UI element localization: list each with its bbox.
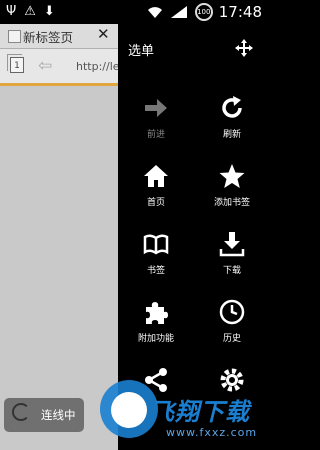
usb-icon: Ψ [6,4,17,19]
clock-time: 17:48 [218,3,262,21]
menu-title: 选单 [128,44,155,59]
connection-label: 连线中 [41,408,76,422]
puzzle-icon [146,302,168,324]
battery-icon: 100 [194,3,213,21]
usb-debug-icon: ⚠ [24,4,36,19]
watermark-url: www.fxxz.com [166,426,258,439]
loading-spinner-icon [12,403,30,421]
menu-item-add-bookmark[interactable]: 添加书签 [194,158,270,228]
signal-icon [170,6,187,18]
download-icon [219,232,245,257]
menu-item-history[interactable]: 历史 [194,294,270,364]
notification-icons: Ψ ⚠ ⬇ [6,4,55,19]
status-bar: Ψ ⚠ ⬇ 100 17:48 [0,0,270,24]
forward-arrow-icon [145,99,167,117]
menu-item-label: 前进 [146,130,165,140]
menu-item-bookmarks[interactable]: 书签 [118,226,194,296]
browser-toolbar: 1 ⇦ http://lex [0,49,120,83]
back-arrow-icon[interactable]: ⇦ [38,56,52,76]
menu-item-refresh[interactable]: 刷新 [194,90,270,160]
browser-window: 新标签页 ✕ 1 ⇦ http://lex [0,24,120,450]
menu-item-label: 书签 [146,266,165,276]
star-icon [219,164,245,188]
close-tab-icon[interactable]: ✕ [97,25,110,43]
book-icon [143,234,169,255]
tabs-counter-button[interactable]: 1 [7,54,24,73]
move-icon[interactable] [234,38,254,58]
menu-item-forward[interactable]: 前进 [118,90,194,160]
browser-tab[interactable]: 新标签页 ✕ [0,24,120,49]
system-icons: 100 17:48 [147,3,262,21]
menu-item-label: 下载 [222,266,241,276]
menu-item-label: 添加书签 [213,198,250,208]
watermark-logo-inner [111,392,147,428]
menu-item-downloads[interactable]: 下载 [194,226,270,296]
menu-item-extensions[interactable]: 附加功能 [118,294,194,364]
wifi-icon [147,7,162,18]
clock-icon [219,299,245,325]
home-icon [144,165,168,187]
watermark-text: 飞翔下载 [150,398,250,426]
url-field[interactable]: http://lex [76,60,120,73]
menu-item-home[interactable]: 首页 [118,158,194,228]
gear-icon [220,368,244,392]
menu-item-label: 刷新 [222,130,241,140]
menu-item-label: 历史 [222,334,241,344]
refresh-icon [222,96,242,118]
menu-item-label: 首页 [146,198,165,208]
menu-item-label: 附加功能 [137,334,174,344]
connection-status[interactable]: 连线中 [4,398,84,432]
download-icon: ⬇ [43,4,55,19]
tab-title: 新标签页 [23,30,74,45]
page-icon [8,30,21,43]
